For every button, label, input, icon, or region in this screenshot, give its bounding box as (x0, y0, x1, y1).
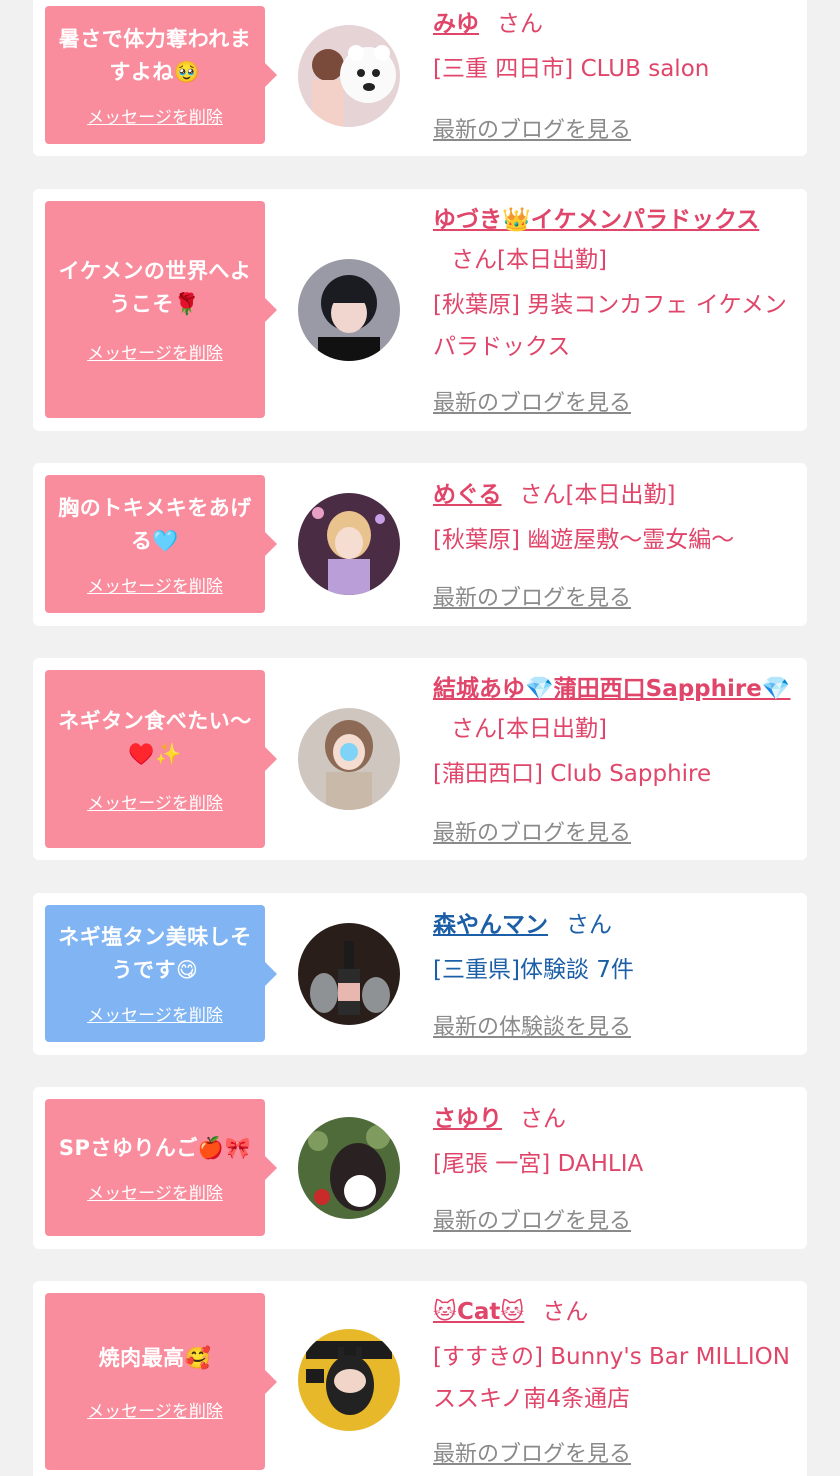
message-card: ネギ塩タン美味しそうです😋 メッセージを削除 森やんマン さん [三重県]体験談 … (33, 893, 807, 1055)
honorific-status: さん[本日出勤] (451, 716, 607, 742)
latest-blog-link[interactable]: 最新のブログを見る (433, 1203, 631, 1235)
shop-location: [秋葉原] 幽遊屋敷〜霊女編〜 (433, 527, 735, 553)
message-card: 暑さで体力奪われますよね🥹 メッセージを削除 みゆ さん [三重 四日市] CLU… (33, 0, 807, 156)
message-bubble: ネギ塩タン美味しそうです😋 メッセージを削除 (45, 905, 277, 1042)
avatar[interactable] (298, 25, 400, 127)
message-list: 暑さで体力奪われますよね🥹 メッセージを削除 みゆ さん [三重 四日市] CLU… (0, 0, 840, 1476)
message-text: SPさゆりんご🍎🎀 (58, 1135, 252, 1160)
latest-blog-link[interactable]: 最新のブログを見る (433, 815, 631, 847)
profile-info: ゆづき👑イケメンパラドックスさん[本日出勤] [秋葉原] 男装コンカフェ イケメ… (433, 200, 793, 368)
profile-name-link[interactable]: みゆ (433, 11, 479, 37)
shop-location: [蒲田西口] Club Sapphire (433, 761, 712, 787)
avatar[interactable] (298, 708, 400, 810)
honorific-status: さん (566, 912, 612, 938)
message-bubble: SPさゆりんご🍎🎀 メッセージを削除 (45, 1099, 277, 1236)
profile-name-link[interactable]: 森やんマン (433, 912, 548, 938)
message-bubble: 胸のトキメキをあげる🩵 メッセージを削除 (45, 475, 277, 613)
delete-message-link[interactable]: メッセージを削除 (87, 789, 223, 814)
profile-info: めぐる さん[本日出勤] [秋葉原] 幽遊屋敷〜霊女編〜 (433, 475, 793, 561)
delete-message-link[interactable]: メッセージを削除 (87, 103, 223, 128)
message-bubble: 暑さで体力奪われますよね🥹 メッセージを削除 (45, 6, 277, 144)
avatar[interactable] (298, 1329, 400, 1431)
profile-name-link[interactable]: 結城あゆ💎蒲田西口Sapphire💎 (433, 676, 791, 702)
latest-blog-link[interactable]: 最新のブログを見る (433, 112, 631, 144)
profile-info: 🐱Cat🐱 さん [すすきの] Bunny's Bar MILLION ススキノ南… (433, 1292, 793, 1420)
message-bubble: 焼肉最高🥰 メッセージを削除 (45, 1293, 277, 1470)
latest-blog-link[interactable]: 最新のブログを見る (433, 580, 631, 612)
profile-info: みゆ さん [三重 四日市] CLUB salon (433, 4, 793, 90)
message-text: 焼肉最高🥰 (98, 1345, 212, 1370)
profile-name-link[interactable]: ゆづき👑イケメンパラドックス (433, 207, 759, 233)
latest-review-link[interactable]: 最新の体験談を見る (433, 1009, 631, 1041)
honorific-status: さん (542, 1299, 589, 1325)
shop-location: [三重 四日市] CLUB salon (433, 56, 710, 82)
avatar[interactable] (298, 493, 400, 595)
avatar[interactable] (298, 923, 400, 1025)
message-card: 胸のトキメキをあげる🩵 メッセージを削除 めぐる さん[本日出勤] [秋葉原] 幽… (33, 463, 807, 626)
review-count: [三重県]体験談 7件 (433, 957, 634, 983)
message-bubble: イケメンの世界へようこそ🌹 メッセージを削除 (45, 201, 277, 418)
avatar[interactable] (298, 259, 400, 361)
profile-name-link[interactable]: さゆり (433, 1106, 502, 1132)
shop-location: [尾張 一宮] DAHLIA (433, 1151, 644, 1177)
delete-message-link[interactable]: メッセージを削除 (87, 1397, 223, 1422)
profile-info: 結城あゆ💎蒲田西口Sapphire💎 さん[本日出勤] [蒲田西口] Club S… (433, 669, 793, 795)
delete-message-link[interactable]: メッセージを削除 (87, 1001, 223, 1026)
honorific-status: さん[本日出勤] (451, 247, 607, 273)
profile-info: さゆり さん [尾張 一宮] DAHLIA (433, 1099, 793, 1185)
honorific-status: さん[本日出勤] (519, 482, 676, 508)
message-text: 胸のトキメキをあげる🩵 (58, 495, 252, 553)
message-card: 焼肉最高🥰 メッセージを削除 🐱Cat🐱 さん [すすきの] Bunny's Ba… (33, 1281, 807, 1476)
message-text: 暑さで体力奪われますよね🥹 (58, 26, 252, 84)
message-text: ネギ塩タン美味しそうです😋 (58, 925, 252, 982)
profile-name-link[interactable]: めぐる (433, 482, 502, 508)
message-card: イケメンの世界へようこそ🌹 メッセージを削除 ゆづき👑イケメンパラドックスさん[… (33, 189, 807, 431)
delete-message-link[interactable]: メッセージを削除 (87, 1179, 223, 1204)
shop-location: [秋葉原] 男装コンカフェ イケメンパラドックス (433, 292, 787, 360)
latest-blog-link[interactable]: 最新のブログを見る (433, 1436, 631, 1468)
delete-message-link[interactable]: メッセージを削除 (87, 339, 223, 364)
message-card: SPさゆりんご🍎🎀 メッセージを削除 さゆり さん [尾張 一宮] DAHLIA … (33, 1087, 807, 1249)
message-card: ネギタン食べたい〜♥️✨ メッセージを削除 結城あゆ💎蒲田西口Sapphire💎… (33, 658, 807, 860)
avatar[interactable] (298, 1117, 400, 1219)
profile-info: 森やんマン さん [三重県]体験談 7件 (433, 905, 793, 991)
shop-location: [すすきの] Bunny's Bar MILLION ススキノ南4条通店 (433, 1344, 790, 1412)
message-text: ネギタン食べたい〜♥️✨ (58, 708, 252, 766)
message-text: イケメンの世界へようこそ🌹 (58, 259, 252, 316)
latest-blog-link[interactable]: 最新のブログを見る (433, 385, 631, 417)
profile-name-link[interactable]: 🐱Cat🐱 (433, 1299, 524, 1325)
message-bubble: ネギタン食べたい〜♥️✨ メッセージを削除 (45, 670, 277, 848)
honorific-status: さん (520, 1106, 566, 1132)
delete-message-link[interactable]: メッセージを削除 (87, 572, 223, 597)
honorific-status: さん (497, 11, 543, 37)
